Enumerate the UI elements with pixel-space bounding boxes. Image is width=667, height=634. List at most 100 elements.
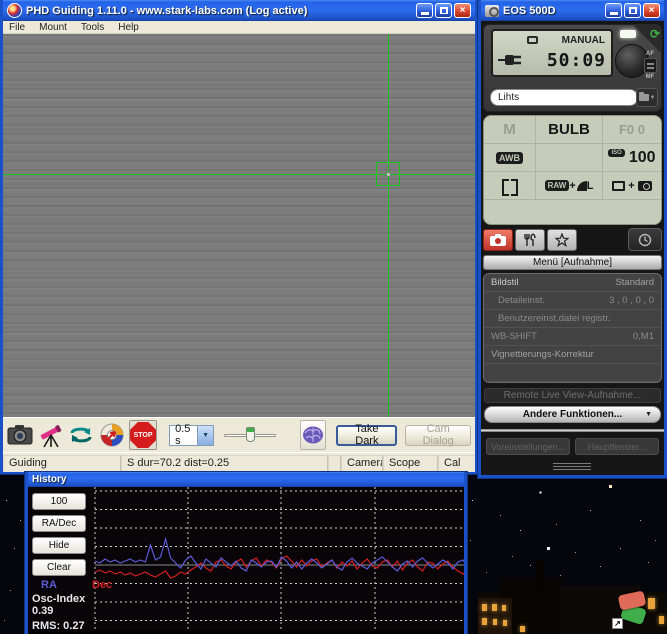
menu-item-wb-shift[interactable]: WB-SHIFT 0,M1: [484, 328, 661, 346]
desktop: ↗ PHD Guiding 1.11.0 - www.stark-labs.co…: [0, 0, 667, 634]
preferences-button[interactable]: Voreinstellungen...: [486, 438, 570, 455]
aperture-value[interactable]: F0 0: [603, 116, 661, 143]
cam-dialog-button[interactable]: Cam Dialog: [405, 425, 471, 446]
shutter-speed[interactable]: BULB: [536, 116, 603, 143]
tab-setup[interactable]: [515, 229, 545, 251]
eos-window-title: EOS 500D: [503, 5, 601, 17]
telescope-connect-button[interactable]: [38, 420, 65, 450]
menu-help[interactable]: Help: [118, 22, 139, 33]
exposure-settings-panel: M BULB F0 0 AWB ISO 100: [483, 115, 662, 225]
legend-dec: Dec: [92, 579, 112, 591]
timer-button[interactable]: [628, 228, 662, 251]
folder-button[interactable]: ▼: [636, 88, 658, 107]
af-label: AF: [646, 51, 654, 57]
jpeg-size-label: L: [587, 180, 594, 192]
af-mf-switch[interactable]: AF MF: [641, 51, 659, 80]
camera-status-panel: ⟳ MANUAL 50:09 AF MF: [483, 24, 662, 112]
shortcut-arrow-badge: ↗: [612, 618, 623, 629]
power-plug-icon: [497, 53, 523, 67]
telescope-icon: [38, 422, 64, 448]
menu-header: Menü [Aufnahme]: [483, 255, 662, 270]
timer-clock-icon: [638, 233, 652, 247]
card-icon: [527, 36, 538, 44]
history-hide-button[interactable]: Hide: [32, 537, 86, 554]
stop-button[interactable]: STOP: [129, 420, 157, 450]
gamma-slider[interactable]: [224, 425, 275, 445]
maximize-button[interactable]: [435, 3, 452, 18]
eos-body: ⟳ MANUAL 50:09 AF MF: [481, 21, 664, 475]
history-mode-button[interactable]: RA/Dec: [32, 515, 86, 532]
folder-icon: [639, 94, 649, 101]
loop-exposures-button[interactable]: [68, 420, 95, 450]
close-button[interactable]: ×: [643, 3, 660, 18]
status-camera: Camera: [347, 457, 383, 469]
lcd-timer: 50:09: [547, 50, 606, 71]
save-target[interactable]: +: [603, 172, 661, 199]
menu-file[interactable]: File: [9, 22, 25, 33]
brain-settings-button[interactable]: [300, 420, 327, 450]
raw-badge: RAW: [545, 180, 570, 191]
eos-titlebar[interactable]: EOS 500D ×: [481, 0, 664, 21]
save-destination-field[interactable]: Lihts: [490, 89, 638, 106]
maximize-button[interactable]: [624, 3, 641, 18]
camera-icon: [7, 423, 33, 447]
take-dark-button[interactable]: Take Dark: [336, 425, 397, 446]
legend-ra: RA: [41, 579, 57, 591]
exposure-duration-value: 0.5 s: [170, 423, 197, 447]
remote-live-view-button[interactable]: Remote Live View-Aufnahme...: [484, 388, 661, 403]
white-balance[interactable]: AWB: [484, 144, 536, 171]
menu-item-empty: [484, 364, 661, 382]
tools-tab-icon: [523, 233, 537, 247]
phd-guiding-window: PHD Guiding 1.11.0 - www.stark-labs.com …: [0, 0, 478, 474]
chevron-down-icon: ▼: [650, 95, 656, 101]
phd-guide-icon: [99, 422, 125, 448]
eos-utility-window: EOS 500D × ⟳ MANUAL: [478, 0, 667, 478]
menu-item-bildstil[interactable]: Bildstil Standard: [484, 274, 661, 292]
image-quality[interactable]: RAW + L: [536, 172, 603, 199]
status-scope: Scope: [389, 457, 420, 469]
history-titlebar[interactable]: History: [28, 472, 464, 487]
desktop-shortcut-icon[interactable]: ↗: [610, 592, 656, 632]
rms-value: RMS: 0.27: [32, 620, 85, 631]
tab-my-menu[interactable]: [547, 229, 577, 251]
eos-app-icon: [485, 5, 499, 17]
brain-icon: [301, 425, 325, 445]
phd-titlebar[interactable]: PHD Guiding 1.11.0 - www.stark-labs.com …: [3, 0, 475, 21]
tab-shooting[interactable]: [483, 229, 513, 251]
stop-label: STOP: [134, 432, 153, 439]
phd-toolbar: STOP 0.5 s ▼ Take Dark Cam Dialog: [3, 417, 475, 452]
history-clear-button[interactable]: Clear: [32, 559, 86, 576]
main-window-button[interactable]: Hauptfenster...: [575, 438, 659, 455]
menu-tools[interactable]: Tools: [81, 22, 104, 33]
phd-menubar: File Mount Tools Help: [3, 21, 475, 34]
camera-view[interactable]: [3, 34, 475, 417]
minimize-button[interactable]: [605, 3, 622, 18]
menu-item-benutzereinst[interactable]: Benutzereinst.datei registr.: [484, 310, 661, 328]
menu-item-detaileinst[interactable]: Detaileinst. 3 , 0 , 0 , 0: [484, 292, 661, 310]
resize-grip[interactable]: [553, 463, 591, 472]
eos-tab-bar: [483, 229, 577, 251]
phd-statusbar: Guiding S dur=70.2 dist=0.25 Camera Scop…: [3, 452, 475, 472]
lcd-mode: MANUAL: [562, 35, 605, 46]
camera-connect-button[interactable]: [7, 420, 34, 450]
close-button[interactable]: ×: [454, 3, 471, 18]
status-mode: Guiding: [9, 457, 47, 469]
awb-badge: AWB: [496, 152, 523, 164]
guide-button[interactable]: [99, 420, 126, 450]
computer-icon: [612, 181, 625, 191]
shooting-mode[interactable]: M: [484, 116, 536, 143]
iso-setting[interactable]: ISO 100: [603, 144, 661, 171]
minimize-button[interactable]: [416, 3, 433, 18]
metering-mode[interactable]: [484, 172, 536, 199]
menu-item-vignettierung[interactable]: Vignettierungs-Korrektur: [484, 346, 661, 364]
menu-item-empty: [484, 382, 661, 383]
other-functions-button[interactable]: Andere Funktionen... ▼: [484, 406, 661, 423]
iso-value: 100: [629, 149, 656, 167]
exposure-duration-select[interactable]: 0.5 s ▼: [169, 425, 214, 446]
focus-switch[interactable]: [644, 58, 657, 73]
history-window: History 100 RA/Dec Hide Clear RA Dec Osc…: [25, 472, 467, 634]
slider-thumb[interactable]: [246, 427, 255, 442]
menu-mount[interactable]: Mount: [39, 22, 67, 33]
chevron-down-icon[interactable]: ▼: [197, 426, 213, 445]
history-scale-button[interactable]: 100: [32, 493, 86, 510]
